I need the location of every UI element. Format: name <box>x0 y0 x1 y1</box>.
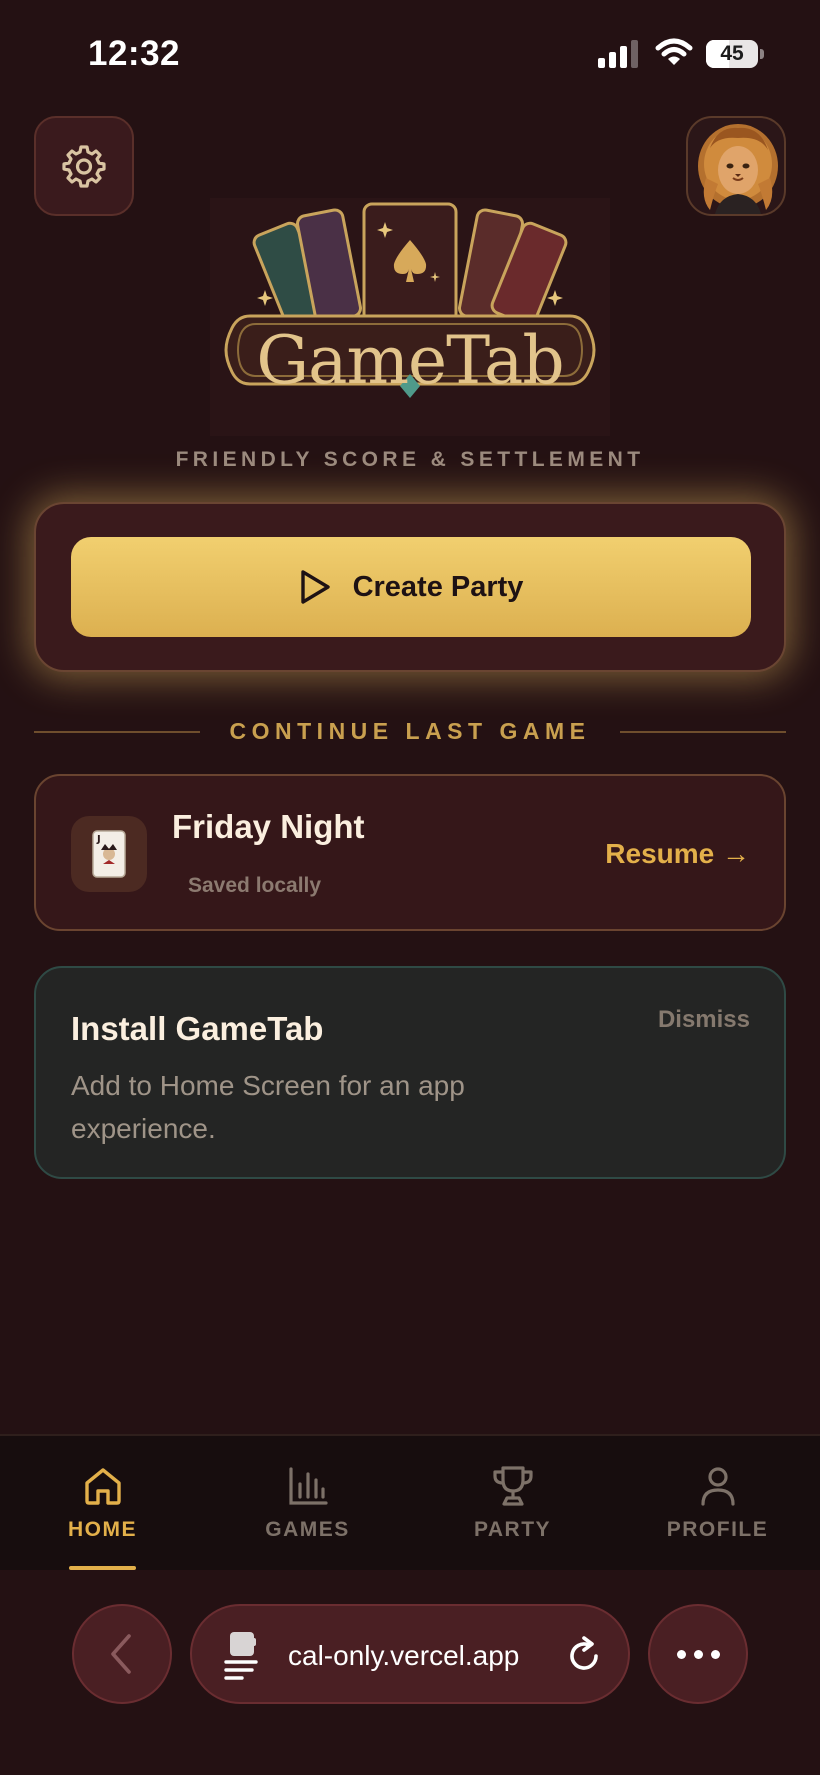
gametab-logo: GameTab <box>210 198 610 436</box>
tab-party[interactable]: PARTY <box>410 1436 615 1572</box>
tab-games[interactable]: GAMES <box>205 1436 410 1572</box>
tagline: FRIENDLY SCORE & SETTLEMENT <box>175 448 645 471</box>
more-dot-icon <box>710 1649 720 1659</box>
logo-title: GameTab <box>256 322 564 399</box>
play-icon <box>300 570 330 604</box>
gear-icon <box>62 145 106 188</box>
app-page: 12:32 45 GameTab FRIENDLY SCORE & SETTLE… <box>0 0 820 1775</box>
divider-right <box>620 731 786 733</box>
address-bar[interactable]: cal-only.vercel.app <box>190 1604 630 1704</box>
tab-party-label: PARTY <box>473 1518 552 1541</box>
status-time: 12:32 <box>88 34 181 73</box>
install-description: Add to Home Screen for an app experience… <box>71 1070 465 1144</box>
more-dot-icon <box>693 1649 703 1659</box>
install-title: Install GameTab <box>71 1010 324 1047</box>
reload-icon[interactable] <box>562 1634 606 1678</box>
page-menu-icon <box>224 1632 258 1680</box>
bottom-tab-bar: HOME GAMES PARTY PROFILE <box>0 1434 820 1570</box>
settings-button[interactable] <box>34 116 134 216</box>
browser-toolbar: cal-only.vercel.app <box>0 1570 820 1775</box>
resume-button[interactable]: Resume → <box>605 838 750 870</box>
wifi-icon <box>655 38 693 65</box>
tab-home[interactable]: HOME <box>0 1436 205 1572</box>
install-banner: Install GameTab Add to Home Screen for a… <box>34 966 786 1179</box>
back-button[interactable] <box>72 1604 172 1704</box>
trophy-icon <box>493 1466 533 1506</box>
create-party-button[interactable]: Create Party <box>71 537 751 637</box>
card-fan-logo-icon <box>210 198 610 436</box>
profile-avatar-button[interactable] <box>686 116 786 216</box>
url-text: cal-only.vercel.app <box>288 1640 520 1671</box>
dismiss-button[interactable]: Dismiss <box>658 1006 750 1034</box>
resume-label: Resume → <box>605 838 750 869</box>
lion-avatar-icon <box>698 124 778 214</box>
game-name: Friday Night <box>172 808 365 845</box>
last-game-card[interactable]: J Friday Night Saved locally Resume → <box>34 774 786 931</box>
create-party-label: Create Party <box>352 570 524 603</box>
svg-text:J: J <box>96 834 101 845</box>
saved-status: Saved locally <box>188 874 322 897</box>
person-icon <box>701 1467 735 1506</box>
home-icon <box>85 1468 121 1505</box>
more-dot-icon <box>676 1649 686 1659</box>
battery-icon: 45 <box>706 40 758 68</box>
chevron-left-icon <box>111 1634 131 1674</box>
create-party-card: Create Party <box>34 502 786 672</box>
tab-profile[interactable]: PROFILE <box>615 1436 820 1572</box>
battery-tip <box>760 49 764 59</box>
bar-chart-icon <box>289 1467 328 1505</box>
battery-level: 45 <box>720 42 744 65</box>
tab-games-label: GAMES <box>265 1518 350 1541</box>
joker-card-icon: J <box>71 816 147 892</box>
status-bar: 12:32 45 <box>0 0 820 100</box>
cellular-signal-icon <box>598 40 640 68</box>
tab-home-label: HOME <box>68 1518 137 1541</box>
tab-profile-label: PROFILE <box>666 1518 769 1541</box>
more-options-button[interactable] <box>648 1604 748 1704</box>
